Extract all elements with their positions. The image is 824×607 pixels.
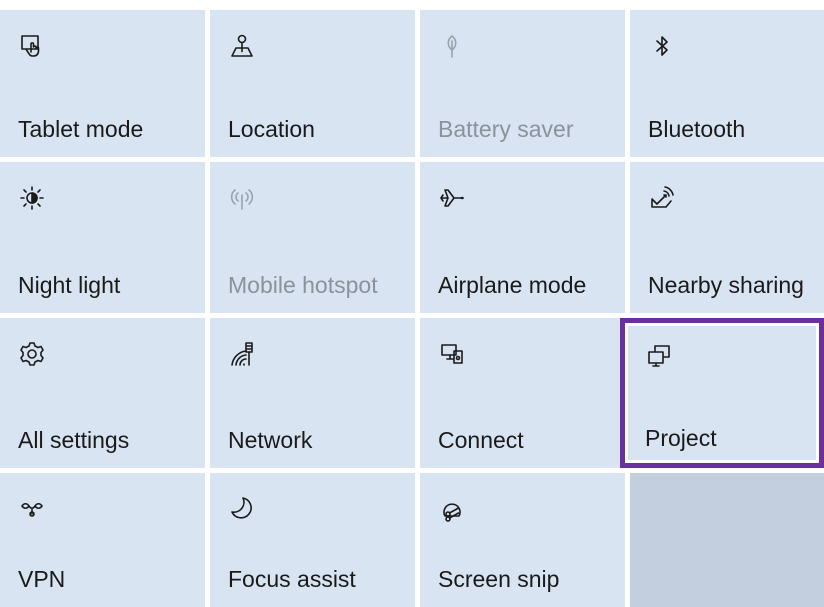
location-icon <box>228 32 256 60</box>
tile-label: Screen snip <box>438 566 560 592</box>
tile-focus-assist[interactable]: Focus assist <box>210 473 415 607</box>
vpn-icon <box>18 495 46 523</box>
tile-label: Airplane mode <box>438 272 587 298</box>
settings-gear-icon <box>18 340 46 368</box>
mobile-hotspot-icon <box>228 184 256 212</box>
tile-vpn[interactable]: VPN <box>0 473 205 607</box>
connect-icon <box>438 340 466 368</box>
battery-saver-icon <box>438 32 466 60</box>
empty-tile-slot <box>630 473 824 607</box>
network-icon <box>228 340 256 368</box>
tile-all-settings[interactable]: All settings <box>0 318 205 468</box>
tile-label: Night light <box>18 272 121 298</box>
bluetooth-icon <box>648 32 676 60</box>
project-icon <box>645 342 673 370</box>
quick-actions-grid: Tablet mode Location Battery saver Bluet… <box>0 0 824 607</box>
tile-battery-saver[interactable]: Battery saver <box>420 10 625 157</box>
tile-label: Tablet mode <box>18 116 144 142</box>
tile-network[interactable]: Network <box>210 318 415 468</box>
tile-project[interactable]: Project <box>620 318 824 468</box>
tile-label: All settings <box>18 427 130 453</box>
tile-screen-snip[interactable]: Screen snip <box>420 473 625 607</box>
tile-label: Network <box>228 427 313 453</box>
tile-label: Location <box>228 116 315 142</box>
tile-label: Project <box>645 425 717 451</box>
tile-airplane-mode[interactable]: Airplane mode <box>420 162 625 313</box>
tile-mobile-hotspot[interactable]: Mobile hotspot <box>210 162 415 313</box>
nearby-sharing-icon <box>648 184 676 212</box>
tile-label: Mobile hotspot <box>228 272 378 298</box>
tile-night-light[interactable]: Night light <box>0 162 205 313</box>
tablet-mode-icon <box>18 32 46 60</box>
tile-label: VPN <box>18 566 66 592</box>
tile-connect[interactable]: Connect <box>420 318 625 468</box>
airplane-mode-icon <box>438 184 466 212</box>
tile-label: Nearby sharing <box>648 272 804 298</box>
tile-label: Connect <box>438 427 524 453</box>
tile-nearby-sharing[interactable]: Nearby sharing <box>630 162 824 313</box>
screen-snip-icon <box>438 495 466 523</box>
tile-label: Bluetooth <box>648 116 746 142</box>
focus-assist-moon-icon <box>228 495 256 523</box>
tile-label: Focus assist <box>228 566 356 592</box>
tile-tablet-mode[interactable]: Tablet mode <box>0 10 205 157</box>
night-light-icon <box>18 184 46 212</box>
tile-bluetooth[interactable]: Bluetooth <box>630 10 824 157</box>
tile-location[interactable]: Location <box>210 10 415 157</box>
tile-label: Battery saver <box>438 116 574 142</box>
